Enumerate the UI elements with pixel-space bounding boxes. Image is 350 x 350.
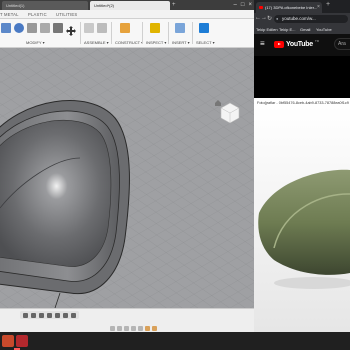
inspect-menu[interactable]: INSPECT ▾ (146, 40, 166, 45)
address-bar-url: youtube.com/w... (282, 16, 316, 21)
fusion-document-tabs: Untitled(1) Untitled*(2) + – □ × (0, 0, 254, 10)
assemble-menu[interactable]: ASSEMBLE ▾ (84, 40, 109, 45)
fusion-toolbar: MODIFY ▾ ASSEMBLE ▾ CONSTRUCT ▾ INSPECT … (0, 19, 254, 48)
move-icon[interactable] (66, 23, 76, 36)
sphere-icon[interactable] (14, 23, 24, 33)
timeline-start-icon[interactable] (110, 326, 115, 331)
toolbar-divider (168, 22, 169, 44)
timeline-play-icon[interactable] (124, 326, 129, 331)
insert-menu[interactable]: INSERT ▾ (172, 40, 190, 45)
close-button[interactable]: × (248, 0, 252, 10)
joint-icon[interactable] (97, 23, 107, 33)
tab-plastic[interactable]: PLASTIC (28, 12, 47, 17)
display-settings-icon[interactable] (55, 312, 60, 318)
taskbar (0, 332, 350, 350)
fit-icon[interactable] (47, 312, 52, 318)
fusion-bottom-bar (0, 308, 254, 332)
grid-settings-icon[interactable] (63, 312, 68, 318)
timeline-end-icon[interactable] (138, 326, 143, 331)
orbit-icon[interactable] (23, 312, 28, 318)
youtube-header: ≡ YouTube TR Ara (254, 34, 350, 56)
create-icon[interactable] (1, 23, 11, 33)
maximize-button[interactable]: □ (241, 0, 245, 10)
navigation-bar (20, 311, 79, 319)
shell-icon[interactable] (27, 23, 37, 33)
bookmark-item[interactable]: Gmail (300, 27, 310, 32)
press-pull-icon[interactable] (53, 23, 63, 33)
toolbar-divider (111, 22, 112, 44)
timeline-next-icon[interactable] (131, 326, 136, 331)
timeline-feature-icon[interactable] (145, 326, 150, 331)
pan-icon[interactable] (31, 312, 36, 318)
document-tab-1-label: Untitled(1) (6, 3, 25, 8)
zoom-icon[interactable] (39, 312, 44, 318)
insert-image-icon[interactable] (175, 23, 185, 33)
new-component-icon[interactable] (84, 23, 94, 33)
design-viewport[interactable] (0, 48, 254, 308)
toolbar-divider (192, 22, 193, 44)
document-tab-2[interactable]: Untitled*(2) (90, 1, 170, 10)
youtube-app-icon[interactable] (16, 335, 28, 347)
document-tab-2-label: Untitled*(2) (94, 3, 115, 8)
bookmarks-bar: Tekip Edilen Tekip E... Gmail YouTube (254, 25, 350, 34)
body-inner-cavity[interactable] (0, 120, 112, 267)
tab-sheet-metal[interactable]: T METAL (0, 12, 19, 17)
youtube-logo-icon[interactable] (274, 41, 284, 48)
modify-menu[interactable]: MODIFY ▾ (26, 40, 45, 45)
tab-close-icon[interactable]: × (317, 2, 320, 13)
region-badge: TR (315, 39, 319, 43)
active-app-indicator (14, 348, 20, 350)
fillet-icon[interactable] (40, 23, 50, 33)
tab-utilities[interactable]: UTILITIES (56, 12, 77, 17)
construct-menu[interactable]: CONSTRUCT ▾ (115, 40, 143, 45)
bookmark-item[interactable]: YouTube (316, 27, 332, 32)
workspace-tabs: T METAL PLASTIC UTILITIES (0, 10, 254, 19)
timeline-feature-icon[interactable] (152, 326, 157, 331)
viewports-icon[interactable] (71, 312, 76, 318)
browser-window: (17) 3DPA ofkonebebe Inler... × + ← → ↻ … (254, 0, 350, 332)
desktop-screen: Untitled(1) Untitled*(2) + – □ × T METAL… (0, 0, 350, 350)
address-bar[interactable]: ● youtube.com/w... (274, 15, 348, 23)
design-canvas[interactable] (0, 48, 254, 308)
new-tab-button[interactable]: + (172, 1, 176, 9)
window-controls: – □ × (234, 0, 252, 10)
video-content (254, 106, 350, 332)
select-menu[interactable]: SELECT ▾ (196, 40, 215, 45)
video-frame[interactable]: Fotoğraflar - 0bf55476-8ceb-4ab9-8733-78… (254, 98, 350, 332)
timeline-prev-icon[interactable] (117, 326, 122, 331)
document-tab-1[interactable]: Untitled(1) (2, 1, 88, 10)
browser-tab-strip: (17) 3DPA ofkonebebe Inler... × + (254, 0, 350, 13)
offset-plane-icon[interactable] (120, 23, 130, 33)
minimize-button[interactable]: – (234, 0, 237, 10)
measure-icon[interactable] (150, 23, 160, 33)
fusion-window: Untitled(1) Untitled*(2) + – □ × T METAL… (0, 0, 254, 332)
toolbar-divider (142, 22, 143, 44)
fusion-app-icon[interactable] (2, 335, 14, 347)
bookmark-item[interactable]: Tekip E... (279, 27, 295, 32)
select-arrow-icon[interactable] (199, 23, 209, 33)
search-input[interactable]: Ara (334, 38, 350, 50)
lock-icon: ● (276, 16, 279, 21)
browser-tab-title: (17) 3DPA ofkonebebe Inler... (265, 5, 318, 10)
new-tab-button[interactable]: + (326, 1, 330, 8)
bookmark-item[interactable]: Tekip Edilen (256, 27, 278, 32)
browser-toolbar: ← → ↻ ● youtube.com/w... (254, 13, 350, 25)
reload-button[interactable]: ↻ (267, 15, 272, 22)
youtube-favicon-icon (259, 6, 263, 9)
video-player-top[interactable] (254, 56, 350, 98)
youtube-wordmark[interactable]: YouTube (286, 41, 313, 48)
hamburger-menu-icon[interactable]: ≡ (260, 40, 265, 48)
toolbar-divider (80, 22, 81, 44)
browser-tab[interactable]: (17) 3DPA ofkonebebe Inler... × (256, 2, 322, 13)
